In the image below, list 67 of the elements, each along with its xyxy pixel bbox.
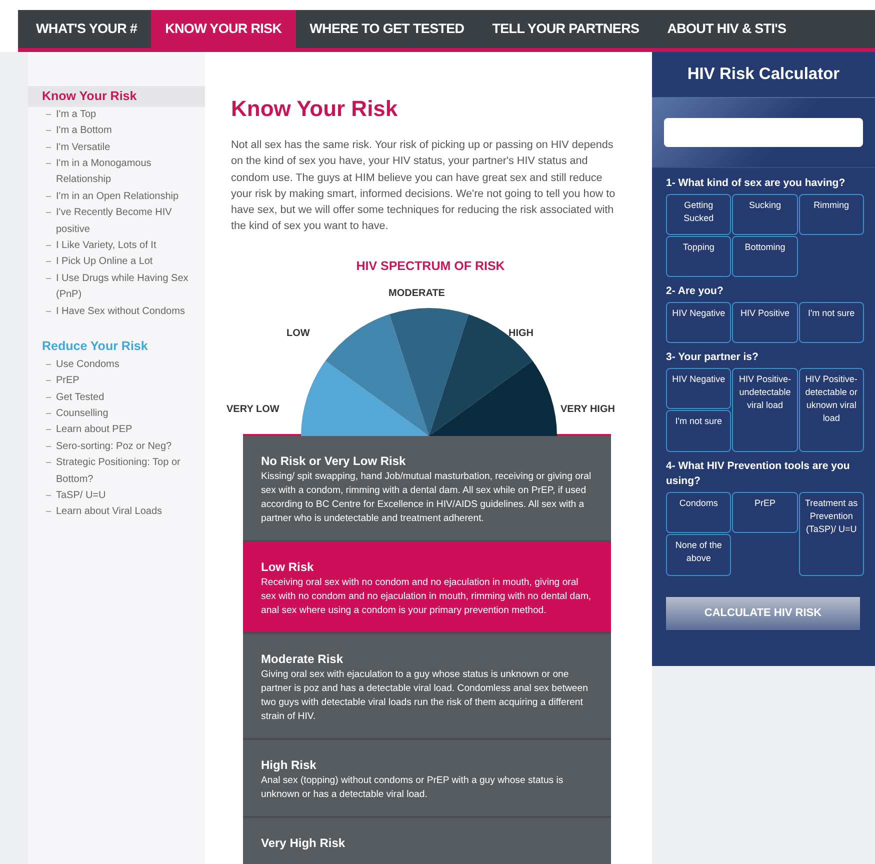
sidebar-item[interactable]: I'm a Bottom xyxy=(56,123,112,140)
risk-level-description: Kissing/ spit swapping, hand Job/mutual masturbation, receiving or giving oral sex with a condom, rimming with a dental dam. All sex while on PrEP, if used according to BC Centre for Excellence in HIV/AIDS guidelines. All sex with a partner who is undetectable and treatment adherent. xyxy=(261,470,592,526)
sidebar-item[interactable]: I'm in an Open Relationship xyxy=(56,188,179,206)
nav-tab[interactable]: WHAT'S YOUR # xyxy=(22,10,152,48)
sidebar-item[interactable]: Learn about PEP xyxy=(56,422,132,439)
answer-option-button[interactable]: Topping xyxy=(666,236,732,277)
answer-option-button[interactable]: Sucking xyxy=(732,194,798,235)
spectrum-label: HIGH xyxy=(508,326,534,341)
answer-option-button[interactable]: PrEP xyxy=(732,492,798,534)
chart-title: HIV SPECTRUM OF RISK xyxy=(356,258,505,275)
sidebar-heading[interactable]: Know Your Risk xyxy=(28,86,205,107)
risk-level-title: Very High Risk xyxy=(261,834,346,852)
sidebar-item[interactable]: I Use Drugs while Having Sex (PnP) xyxy=(56,270,201,304)
risk-level-title: No Risk or Very Low Risk xyxy=(261,452,407,470)
question-label: 3- Your partner is? xyxy=(666,350,760,365)
sidebar-item[interactable]: I've Recently Become HIV positive xyxy=(56,205,201,238)
sidebar-item[interactable]: I'm in a Monogamous Relationship xyxy=(56,156,201,189)
sidebar-item[interactable]: Use Condoms xyxy=(56,356,120,374)
risk-level-panel[interactable] xyxy=(243,634,611,740)
nav-tab[interactable]: KNOW YOUR RISK xyxy=(151,10,296,48)
sidebar-item[interactable]: TaSP/ U=U xyxy=(56,488,106,504)
calculate-button[interactable]: CALCULATE HIV RISK xyxy=(666,596,860,630)
answer-option-button[interactable]: Condoms xyxy=(666,492,732,534)
risk-level-description: Giving oral sex with ejaculation to a guy whose status is unknown or one partner is poz and has a detectable viral load. Condomless anal sex between two guys with detectable viral loads run the risk of them acquiring a different strain of HIV. xyxy=(261,668,589,724)
sidebar-item[interactable]: Get Tested xyxy=(56,390,104,406)
risk-level-title: High Risk xyxy=(261,756,318,774)
spectrum-label: VERY LOW xyxy=(226,402,280,417)
sidebar-item[interactable]: I Pick Up Online a Lot xyxy=(56,254,153,271)
answer-option-button[interactable]: HIV Positive-detectable or uknown viral load xyxy=(798,368,864,452)
answer-option-button[interactable]: Getting Sucked xyxy=(666,194,732,235)
risk-level-title: Moderate Risk xyxy=(261,650,344,668)
answer-option-button[interactable]: HIV Negative xyxy=(666,302,732,343)
spectrum-label: LOW xyxy=(286,326,310,341)
risk-level-panel[interactable]: High Risk Anal sex (topping) without condoms or PrEP with a guy whose status is unknown or has a detectable viral load. xyxy=(243,740,611,818)
spectrum-label: VERY HIGH xyxy=(560,402,615,417)
text-input-field[interactable] xyxy=(664,118,863,147)
question-label: 1- What kind of sex are you having? xyxy=(666,176,846,191)
risk-level-title: Low Risk xyxy=(261,558,315,576)
question-label: 2- Are you? xyxy=(666,284,724,299)
risk-level-panel[interactable] xyxy=(243,542,611,634)
intro-paragraph: Not all sex has the same risk. Your risk of picking up or passing on HIV depends on the kind of sex you have, your HIV status, your partner's HIV status and condom use. The guys at HIM believe you can have great sex and still reduce your risk by making smart, informed decisions. We're not going to tell you how to have sex, but we will offer some techniques for reducing the risk associated with the kind of sex you want to have. xyxy=(231,138,616,234)
sidebar-item[interactable]: I'm Versatile xyxy=(56,140,110,156)
answer-option-button[interactable]: HIV Negative xyxy=(666,368,732,410)
sidebar-item[interactable]: I Have Sex without Condoms xyxy=(56,304,185,320)
spectrum-label: MODERATE xyxy=(388,286,445,301)
nav-tab[interactable]: ABOUT HIV & STI'S xyxy=(653,10,800,48)
question-label: 4- What HIV Prevention tools are you using? xyxy=(666,458,851,489)
answer-option-button[interactable]: Bottoming xyxy=(732,236,798,277)
sidebar-item[interactable]: I'm a Top xyxy=(56,106,96,124)
sidebar-item[interactable]: Counselling xyxy=(56,406,108,422)
risk-level-description: Anal sex (topping) without condoms or PrEP with a guy whose status is unknown or has a detectable viral load. xyxy=(261,774,564,802)
answer-option-button[interactable]: Treatment as Prevention (TaSP)/ U=U xyxy=(798,492,864,576)
page-title: Know Your Risk xyxy=(231,95,399,123)
sidebar-item[interactable]: I Like Variety, Lots of It xyxy=(56,238,156,254)
risk-level-description: Receiving oral sex with no condom and no ejaculation in mouth, giving oral sex with no condom and no ejaculation in mouth, rimming with no dental dam, anal sex where using a condom is your primary prevention method. xyxy=(261,576,592,618)
answer-option-button[interactable]: I'm not sure xyxy=(798,302,864,343)
sidebar-item[interactable]: Learn about Viral Loads xyxy=(56,504,162,521)
sidebar-item[interactable]: Strategic Positioning: Top or Bottom? xyxy=(56,455,201,488)
nav-tab[interactable]: WHERE TO GET TESTED xyxy=(296,10,478,48)
answer-option-button[interactable]: I'm not sure xyxy=(666,410,732,452)
answer-option-button[interactable]: HIV Positive-undetectable viral load xyxy=(732,368,798,452)
sidebar-item[interactable]: PrEP xyxy=(56,373,80,390)
sidebar-item[interactable]: Sero-sorting: Poz or Neg? xyxy=(56,438,172,456)
nav-tab[interactable]: TELL YOUR PARTNERS xyxy=(478,10,654,48)
answer-option-button[interactable]: None of the above xyxy=(666,534,732,576)
answer-option-button[interactable]: HIV Positive xyxy=(732,302,798,343)
answer-option-button[interactable]: Rimming xyxy=(798,194,864,235)
